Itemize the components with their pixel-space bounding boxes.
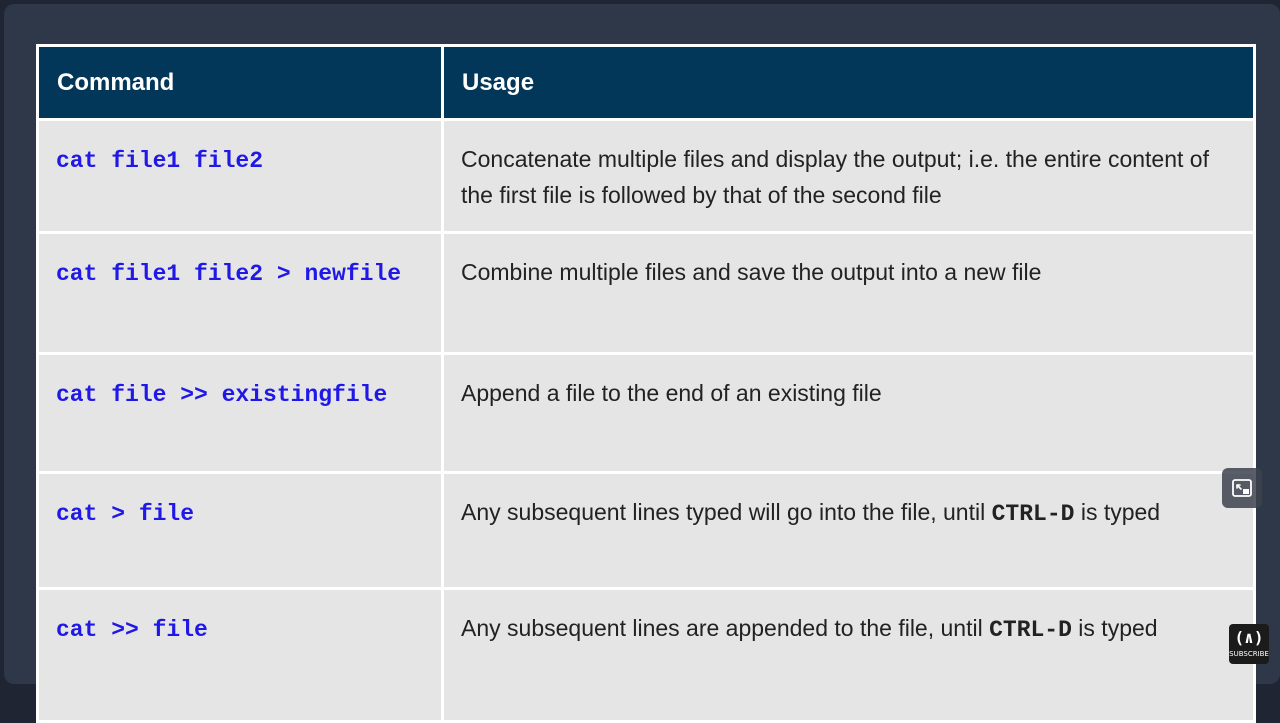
usage-text: Any subsequent lines are appended to the… [461,615,990,641]
slide-frame: Command Usage cat file1 file2 Concatenat… [4,4,1280,723]
command-table: Command Usage cat file1 file2 Concatenat… [36,44,1256,723]
column-header-command: Command [36,44,444,121]
usage-cell: Append a file to the end of an existing … [441,352,1256,474]
usage-cell: Any subsequent lines typed will go into … [441,471,1256,590]
table-row: cat file1 file2 Concatenate multiple fil… [36,118,1256,234]
table-row: cat > file Any subsequent lines typed wi… [36,471,1256,590]
command-cell: cat file1 file2 > newfile [36,231,444,355]
usage-text: is typed [1071,615,1158,641]
usage-text: Any subsequent lines typed will go into … [461,499,992,525]
usage-cell: Any subsequent lines are appended to the… [441,587,1256,723]
usage-text: is typed [1074,499,1161,525]
table-row: cat file >> existingfile Append a file t… [36,352,1256,474]
command-cell: cat file1 file2 [36,118,444,234]
command-cell: cat > file [36,471,444,590]
table-row: cat file1 file2 > newfile Combine multip… [36,231,1256,355]
subscribe-label: SUBSCRIBE [1229,650,1269,658]
column-header-usage: Usage [441,44,1256,121]
subscribe-badge[interactable]: (∧) SUBSCRIBE [1229,624,1269,664]
freecodecamp-logo-icon: (∧) [1234,628,1264,647]
key-combo: CTRL-D [991,501,1075,527]
table-header-row: Command Usage [36,44,1256,121]
picture-in-picture-button[interactable] [1222,468,1262,508]
table-row: cat >> file Any subsequent lines are app… [36,587,1256,723]
command-cell: cat >> file [36,587,444,723]
command-cell: cat file >> existingfile [36,352,444,474]
usage-cell: Concatenate multiple files and display t… [441,118,1256,234]
picture-in-picture-icon [1232,479,1252,497]
usage-cell: Combine multiple files and save the outp… [441,231,1256,355]
key-combo: CTRL-D [989,617,1072,643]
